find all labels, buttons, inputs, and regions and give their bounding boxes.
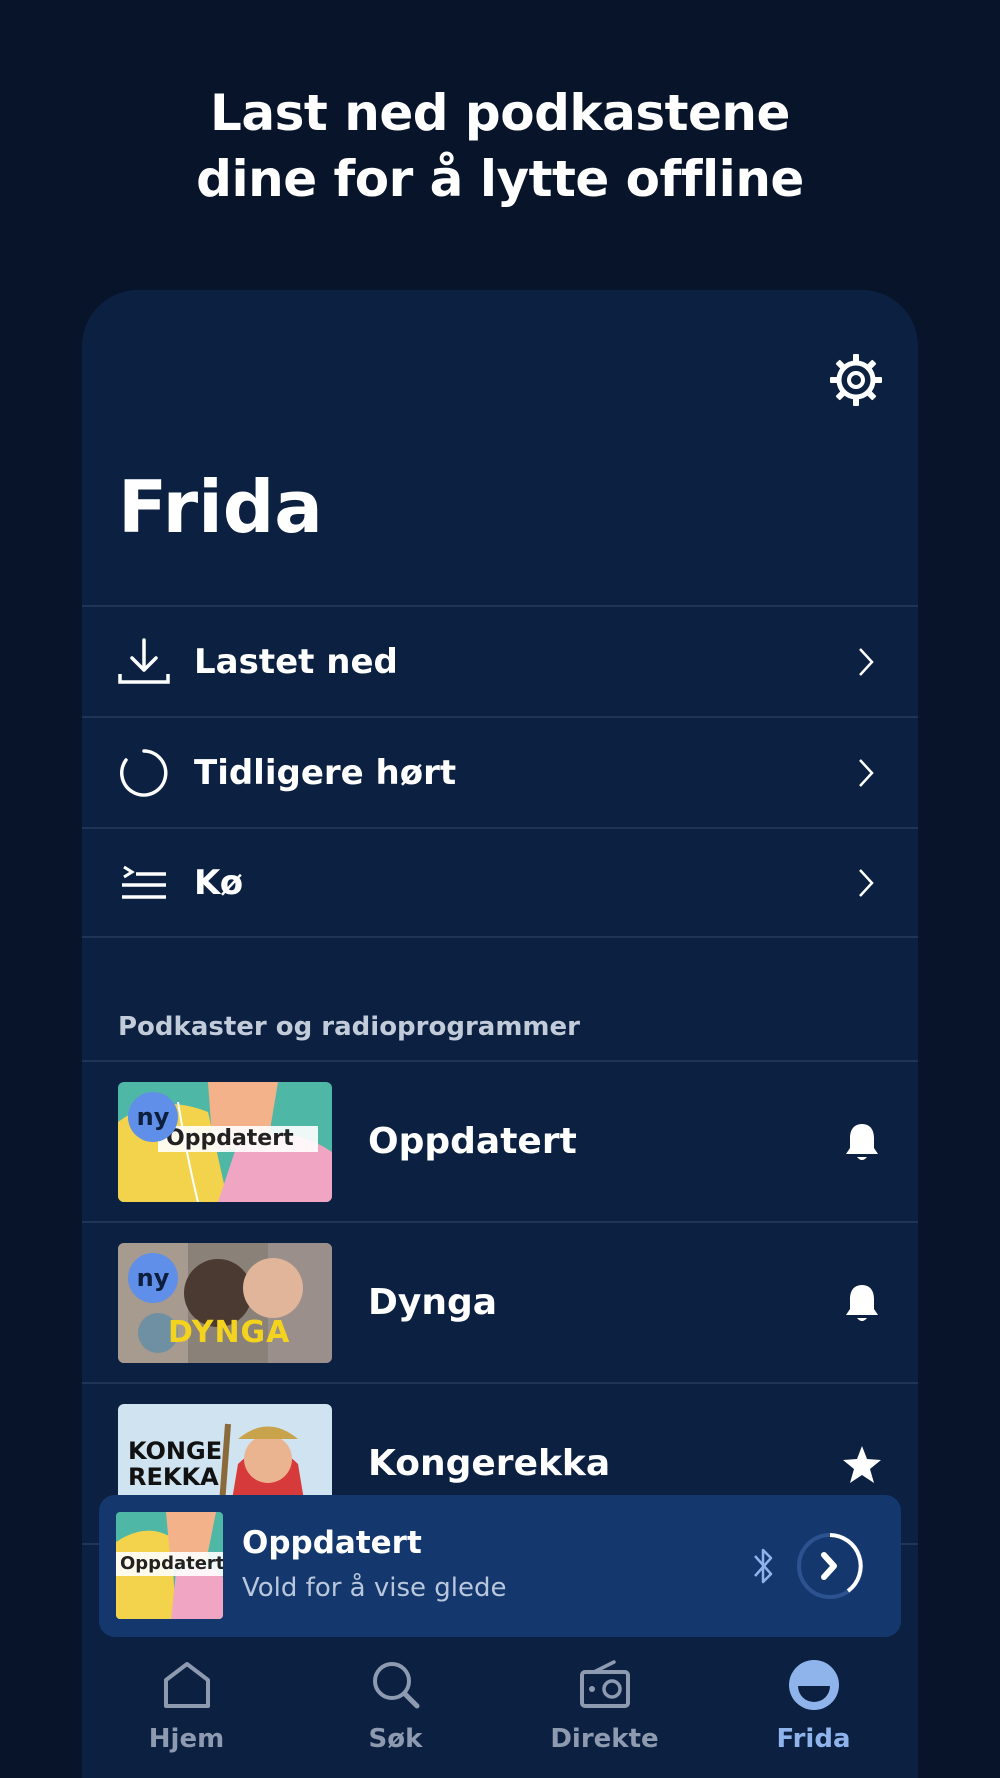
bluetooth-icon[interactable] [751,1545,777,1587]
radio-icon [579,1660,630,1708]
thumb-title: KONGE REKKA [128,1438,222,1490]
tab-label: Hjem [148,1724,225,1754]
new-badge: ny [128,1252,178,1303]
section-heading: Podkaster og radioprogrammer [118,1012,580,1042]
tab-search[interactable]: Søk [306,1640,486,1778]
bell-icon[interactable] [842,1281,882,1325]
download-icon [118,636,170,688]
podcast-thumbnail: Oppdatert ny [118,1081,332,1202]
headline-line-2: dine for å lytte offline [196,150,804,208]
history-circle-icon [118,747,170,799]
queue-icon [118,857,170,909]
home-icon [163,1662,210,1708]
tab-label: Direkte [550,1724,659,1754]
page-title: Frida [118,465,323,549]
podcast-title: Dynga [368,1282,498,1323]
gear-icon[interactable] [828,352,884,408]
thumb-title: Oppdatert [120,1553,223,1574]
now-playing-thumbnail: Oppdatert [116,1512,223,1619]
menu-item-queue[interactable]: Kø [82,827,918,938]
podcast-title: Kongerekka [368,1443,611,1484]
menu-item-downloads[interactable]: Lastet ned [82,605,918,716]
headline: Last ned podkastene dine for å lytte off… [0,80,1000,212]
library-menu: Lastet ned Tidligere hørt Kø [82,605,918,938]
chevron-right-icon [859,758,874,787]
bottom-tab-bar: Hjem Søk Direkte Frida [82,1640,918,1778]
mini-player[interactable]: Oppdatert Oppdatert Vold for å vise gled… [99,1495,901,1637]
now-playing-title: Oppdatert [242,1525,422,1561]
now-playing-episode: Vold for å vise glede [242,1573,507,1603]
bell-icon[interactable] [842,1120,882,1164]
tab-label: Frida [776,1724,851,1754]
thumb-title-line-2: REKKA [128,1462,219,1491]
tab-label: Søk [368,1724,423,1754]
new-badge: ny [128,1091,178,1142]
tab-profile[interactable]: Frida [724,1640,904,1778]
list-item[interactable]: Oppdatert ny Oppdatert [82,1060,918,1221]
podcast-thumbnail: DYNGA ny [118,1242,332,1363]
menu-item-label: Kø [194,862,244,903]
tab-live[interactable]: Direkte [515,1640,695,1778]
chevron-right-icon [859,647,874,676]
star-icon[interactable] [842,1442,882,1486]
podcast-title: Oppdatert [368,1121,577,1162]
thumb-title: Oppdatert [166,1125,294,1151]
thumb-title-line-1: KONGE [128,1436,223,1465]
thumb-title: DYNGA [168,1314,291,1350]
menu-item-label: Tidligere hørt [194,752,457,793]
play-icon[interactable] [795,1531,865,1601]
list-item[interactable]: DYNGA ny Dynga [82,1221,918,1382]
menu-item-history[interactable]: Tidligere hørt [82,716,918,827]
search-icon [372,1662,419,1709]
chevron-right-icon [859,868,874,897]
headline-line-1: Last ned podkastene [210,84,790,142]
profile-icon [788,1660,839,1710]
menu-item-label: Lastet ned [194,641,398,682]
tab-home[interactable]: Hjem [97,1640,277,1778]
